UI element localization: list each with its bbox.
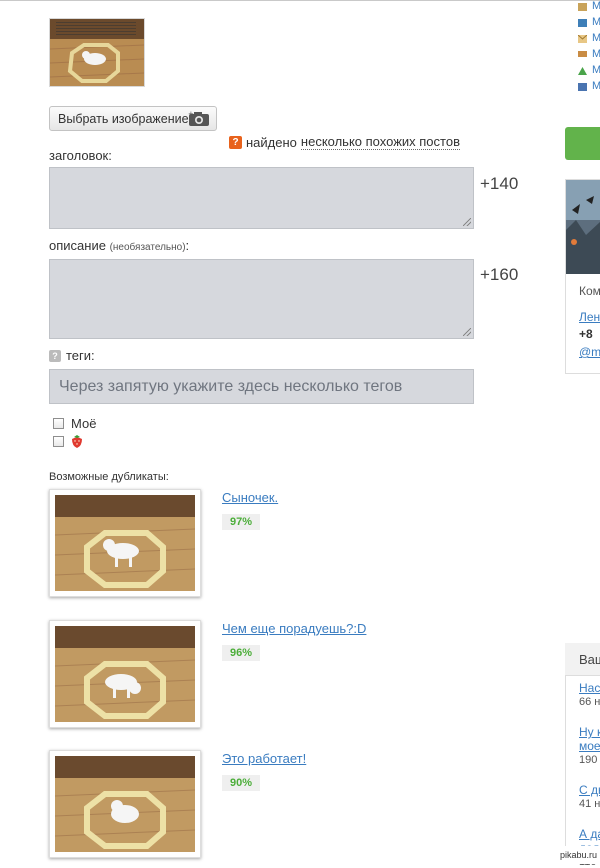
mail-icon — [578, 35, 587, 43]
mine-label: Моё — [71, 416, 97, 431]
strawberry-icon — [72, 435, 82, 448]
question-icon: ? — [229, 135, 242, 149]
duplicate-percent-badge: 90% — [222, 775, 261, 791]
title-label: заголовок: — [49, 148, 112, 163]
sidebar-menu-item[interactable]: М — [592, 80, 600, 92]
watermark: pikabu.ru — [559, 850, 597, 860]
duplicate-percent-badge: 97% — [222, 514, 261, 530]
sidebar-menu-item[interactable]: М — [592, 64, 600, 76]
description-label-text: описание — [49, 238, 106, 253]
duplicate-title-link[interactable]: Чем еще порадуешь?:D — [222, 621, 366, 636]
sidebar-menu-item[interactable]: М — [592, 16, 600, 28]
sidebar-menu-item[interactable]: М — [592, 48, 600, 60]
save-icon — [578, 83, 587, 91]
tags-label: теги: — [66, 348, 95, 363]
resize-grip-icon[interactable] — [463, 328, 471, 336]
choose-image-label: Выбрать изображение — [58, 111, 189, 126]
choose-image-button[interactable]: Выбрать изображение + — [49, 106, 217, 131]
title-textarea[interactable] — [49, 167, 474, 229]
possible-duplicates-heading: Возможные дубликаты: — [49, 471, 169, 483]
duplicate-thumbnail[interactable] — [49, 620, 201, 728]
description-char-counter: +160 — [480, 265, 519, 284]
duplicate-image — [55, 626, 195, 722]
similar-posts-notice: ? найдено несколько похожих постов — [229, 134, 460, 150]
duplicate-thumbnail[interactable] — [49, 750, 201, 858]
similar-prefix: найдено — [246, 134, 297, 150]
duplicate-image — [55, 756, 195, 852]
strawberry-checkbox[interactable] — [53, 436, 64, 447]
sidebar-menu-item[interactable]: М — [592, 0, 600, 12]
sidebar-card-link[interactable]: Лен — [579, 310, 600, 324]
sidebar-panel-heading: Ваш — [579, 652, 600, 667]
sidebar-card-text: Ком — [579, 284, 600, 298]
sidebar-panel-meta: 190 — [579, 754, 598, 766]
sidebar-panel-link[interactable]: Нас — [579, 681, 600, 695]
sidebar-ad-image[interactable] — [566, 180, 600, 274]
duplicate-image — [55, 495, 195, 591]
sidebar-panel-link[interactable]: Ну к — [579, 725, 600, 739]
sidebar-panel-link[interactable]: С дн — [579, 783, 600, 797]
resize-grip-icon[interactable] — [463, 218, 471, 226]
book-icon — [578, 3, 587, 11]
duplicate-title-link[interactable]: Это работает! — [222, 751, 306, 766]
description-label: описание (необязательно): — [49, 238, 189, 253]
rating-icon — [578, 67, 587, 75]
top-border — [0, 0, 600, 1]
tags-help-icon[interactable]: ? — [49, 350, 61, 362]
comment-icon — [578, 51, 587, 57]
sidebar-card-phone: +8 — [579, 327, 593, 341]
uploaded-image-preview — [49, 18, 145, 87]
duplicate-percent-badge: 96% — [222, 645, 261, 661]
duplicate-title-link[interactable]: Сыночек. — [222, 490, 278, 505]
sidebar-menu-item[interactable]: М — [592, 32, 600, 44]
camera-icon: + — [188, 110, 209, 126]
monitor-icon — [578, 19, 587, 27]
description-colon: : — [185, 238, 190, 253]
sidebar-action-button[interactable] — [565, 127, 600, 160]
sidebar-card-handle[interactable]: @m — [579, 345, 600, 359]
sidebar-panel-meta: 66 н — [579, 696, 600, 708]
mine-checkbox[interactable] — [53, 418, 64, 429]
similar-posts-link[interactable]: несколько похожих постов — [300, 134, 460, 150]
description-textarea[interactable] — [49, 259, 474, 339]
tags-input[interactable]: Через запятую укажите здесь несколько те… — [49, 369, 474, 404]
duplicate-thumbnail[interactable] — [49, 489, 201, 597]
svg-text:+: + — [188, 110, 194, 118]
sidebar-panel-link-line2[interactable]: мое — [579, 739, 600, 753]
title-char-counter: +140 — [480, 174, 519, 193]
description-optional-note: (необязательно) — [109, 242, 186, 253]
sidebar-panel-link[interactable]: А да — [579, 827, 600, 841]
sidebar-panel-meta: 41 н — [579, 798, 600, 810]
